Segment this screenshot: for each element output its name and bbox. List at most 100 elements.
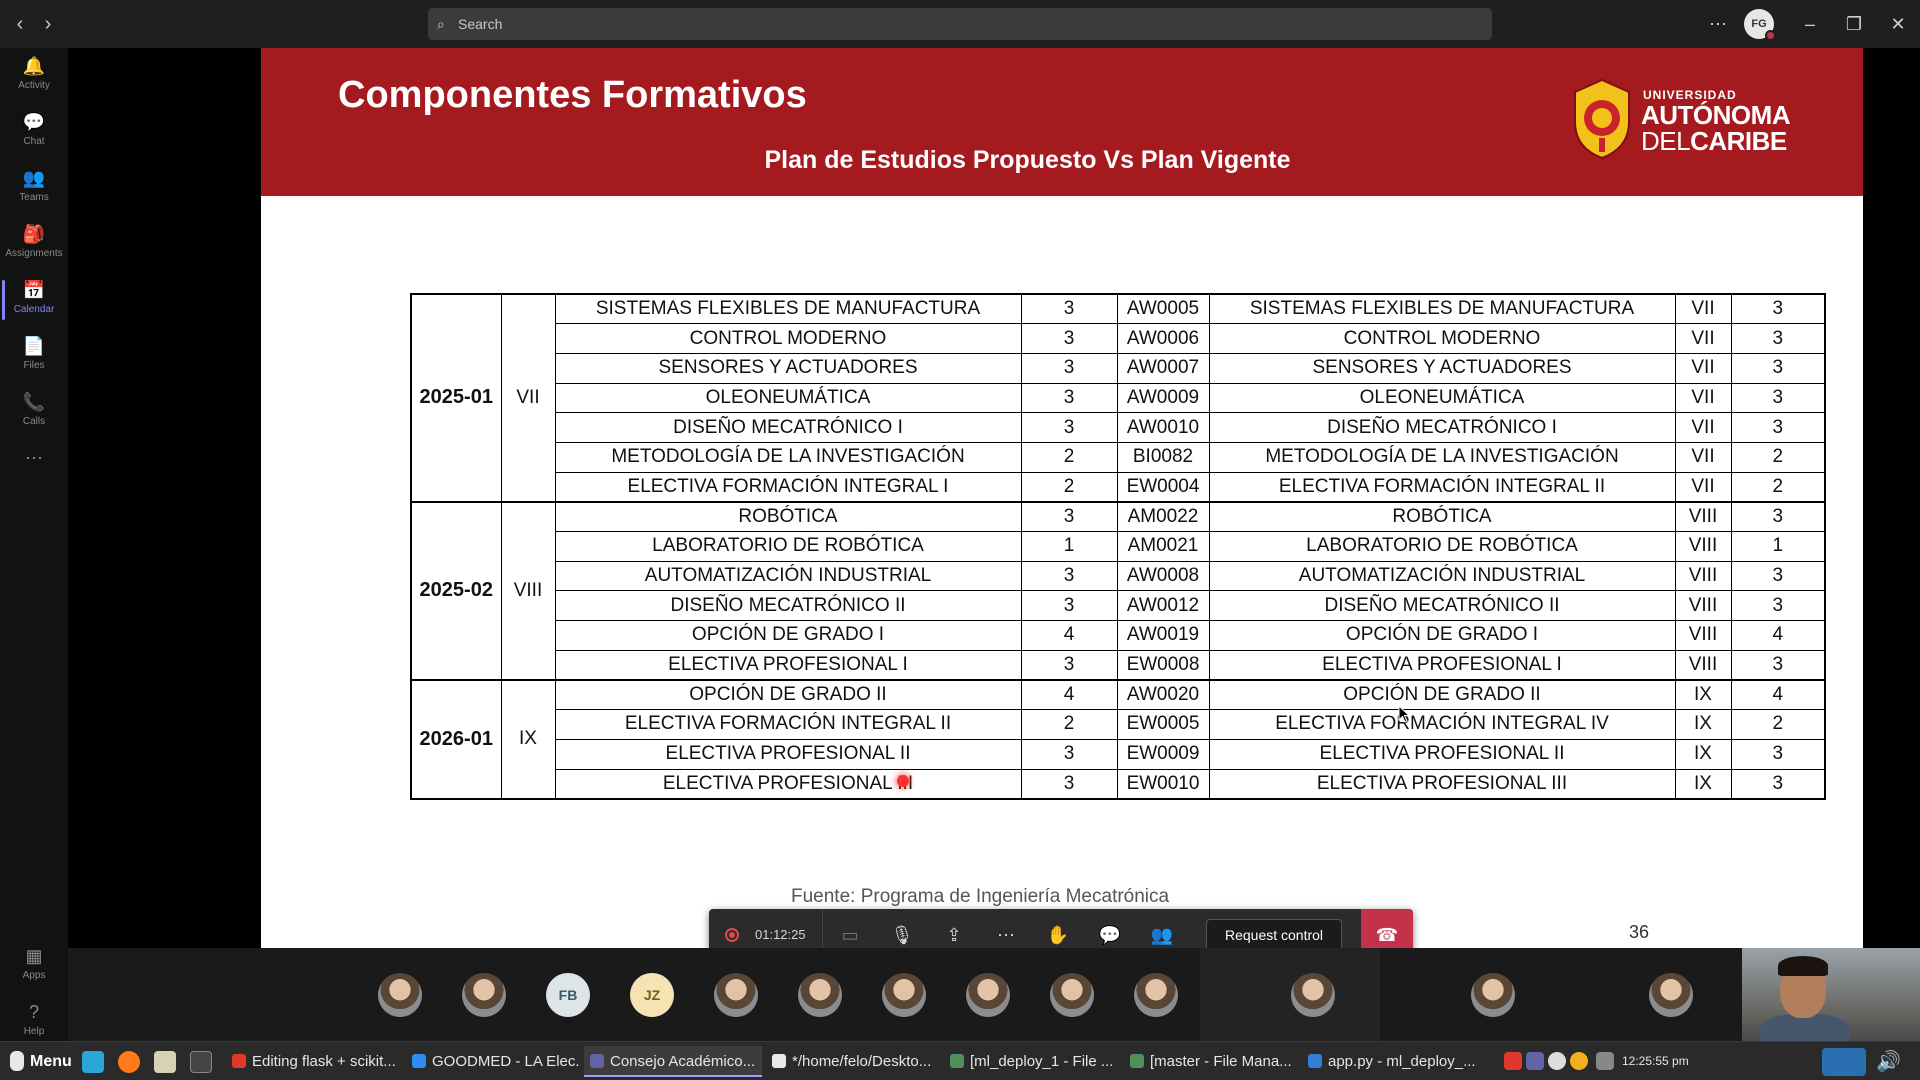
participant-tile[interactable] (444, 948, 524, 1041)
participant-tile[interactable] (780, 948, 860, 1041)
self-video-preview[interactable] (1742, 948, 1920, 1041)
current-credits-cell: 3 (1730, 560, 1826, 592)
proposed-credits-cell: 2 (1020, 709, 1118, 740)
tray-power-icon[interactable] (1548, 1052, 1566, 1070)
participant-tile[interactable] (864, 948, 944, 1041)
proposed-course-cell: ELECTIVA FORMACIÓN INTEGRAL I (554, 471, 1022, 503)
rail-item-chat[interactable]: 💬 Chat (0, 104, 68, 160)
proposed-course-cell: OLEONEUMÁTICA (554, 382, 1022, 414)
rail-item-teams[interactable]: 👥 Teams (0, 160, 68, 216)
participant-tile[interactable] (1273, 948, 1353, 1041)
tray-teams-icon[interactable] (1526, 1052, 1544, 1070)
participant-tile[interactable] (1116, 948, 1196, 1041)
current-course-cell: AUTOMATIZACIÓN INDUSTRIAL (1208, 560, 1676, 592)
taskbar-window-button[interactable]: [ml_deploy_1 - File ... (944, 1046, 1120, 1077)
current-semester-cell: VII (1674, 382, 1732, 414)
course-code-cell: AW0010 (1116, 412, 1210, 443)
participant-avatar: JZ (630, 973, 674, 1017)
table-row: ELECTIVA PROFESIONAL II 3 EW0009 ELECTIVA P… (411, 738, 1826, 770)
proposed-course-cell: OPCIÓN DE GRADO I (554, 620, 1022, 651)
course-code-cell: AM0021 (1116, 531, 1210, 562)
term-cell: 2025-01 (410, 293, 502, 503)
current-course-cell: OPCIÓN DE GRADO II (1208, 678, 1676, 711)
search-input[interactable]: ⌕ Search (428, 8, 1492, 40)
user-avatar[interactable]: FG (1744, 9, 1776, 41)
search-placeholder: Search (458, 16, 503, 32)
more-actions-icon[interactable]: ⋯ (992, 921, 1020, 949)
rail-item-activity[interactable]: 🔔 Activity (0, 48, 68, 104)
minimize-icon[interactable]: – (1796, 10, 1824, 38)
rail-item-calendar[interactable]: 📅 Calendar (0, 272, 68, 328)
course-code-cell: EW0004 (1116, 471, 1210, 503)
firefox-icon[interactable] (118, 1051, 140, 1073)
current-semester-cell: VII (1674, 293, 1732, 325)
participant-tile[interactable]: JZ (612, 948, 692, 1041)
current-credits-cell: 2 (1730, 709, 1826, 740)
file-manager-icon[interactable] (154, 1051, 176, 1073)
show-desktop-icon[interactable] (82, 1051, 104, 1073)
raise-hand-icon[interactable]: ✋ (1044, 921, 1072, 949)
participant-avatar (714, 973, 758, 1017)
rail-item-label: Calendar (13, 304, 55, 315)
more-options-icon[interactable]: ⋯ (1704, 10, 1732, 38)
tray-network-icon[interactable] (1596, 1052, 1614, 1070)
start-menu-button[interactable]: Menu (6, 1042, 72, 1080)
slide-subtitle: Plan de Estudios Propuesto Vs Plan Vigen… (764, 146, 1291, 174)
taskbar-window-button[interactable]: Editing flask + scikit... (226, 1046, 402, 1077)
forward-arrow-icon[interactable]: › (36, 12, 60, 36)
proposed-course-cell: ELECTIVA PROFESIONAL III (554, 768, 1022, 800)
taskbar-window-button[interactable]: app.py - ml_deploy_... (1302, 1046, 1498, 1077)
rail-item-assignments[interactable]: 🎒 Assignments (0, 216, 68, 272)
camera-off-icon[interactable]: ▭ (836, 921, 864, 949)
rail-item-more[interactable]: ⋯ (0, 440, 68, 496)
tray-teams-window-icon[interactable] (1822, 1048, 1866, 1076)
participant-tile[interactable] (948, 948, 1028, 1041)
proposed-credits-cell: 1 (1020, 531, 1118, 562)
request-control-button[interactable]: Request control (1206, 919, 1342, 951)
taskbar-window-button[interactable]: */home/felo/Deskto... (766, 1046, 940, 1077)
participant-tile[interactable] (360, 948, 440, 1041)
participants-icon[interactable]: 👥 (1148, 921, 1176, 949)
tray-update-icon[interactable] (1570, 1052, 1588, 1070)
participant-avatar (882, 973, 926, 1017)
taskbar-window-button[interactable]: Consejo Académico... (584, 1046, 762, 1077)
mic-muted-icon[interactable]: 🎙 (888, 921, 916, 949)
current-course-cell: ELECTIVA FORMACIÓN INTEGRAL II (1208, 471, 1676, 503)
participant-tile[interactable] (1631, 948, 1711, 1041)
current-semester-cell: IX (1674, 709, 1732, 740)
current-semester-cell: VII (1674, 471, 1732, 503)
rail-item-files[interactable]: 📄 Files (0, 328, 68, 384)
participant-tile[interactable] (696, 948, 776, 1041)
share-screen-icon[interactable]: ⇪ (940, 921, 968, 949)
proposed-course-cell: DISEÑO MECATRÓNICO II (554, 590, 1022, 622)
restore-icon[interactable]: ❐ (1840, 10, 1868, 38)
window-app-icon (232, 1054, 246, 1068)
participant-tile[interactable]: FB (528, 948, 608, 1041)
taskbar-window-button[interactable]: [master - File Mana... (1124, 1046, 1298, 1077)
chat-icon: 💬 (22, 112, 46, 132)
taskbar-window-button[interactable]: GOODMED - LA Elec... (406, 1046, 580, 1077)
proposed-credits-cell: 3 (1020, 500, 1118, 532)
rail-item-calls[interactable]: 📞 Calls (0, 384, 68, 440)
participant-tile[interactable] (1032, 948, 1112, 1041)
course-code-cell: EW0008 (1116, 649, 1210, 681)
back-arrow-icon[interactable]: ‹ (8, 12, 32, 36)
table-row: ELECTIVA PROFESIONAL I 3 EW0008 ELECTIVA PR… (411, 649, 1826, 681)
close-icon[interactable]: ✕ (1884, 10, 1912, 38)
participant-tile[interactable] (1453, 948, 1533, 1041)
rail-item-apps[interactable]: ▦ Apps (0, 938, 68, 994)
course-code-cell: AM0022 (1116, 500, 1210, 532)
proposed-course-cell: DISEÑO MECATRÓNICO I (554, 412, 1022, 443)
proposed-credits-cell: 3 (1020, 352, 1118, 384)
mouse-cursor-icon (1398, 705, 1410, 723)
study-plan-table: 2025-01 VII SISTEMAS FLEXIBLES DE MANUFACT… (410, 293, 1826, 800)
participant-avatar (798, 973, 842, 1017)
tray-app-icon[interactable] (1504, 1052, 1522, 1070)
help-icon: ? (28, 1002, 39, 1022)
chat-icon[interactable]: 💬 (1096, 921, 1124, 949)
assignments-icon: 🎒 (22, 224, 46, 244)
proposed-credits-cell: 3 (1020, 412, 1118, 443)
volume-icon[interactable]: 🔊 (1876, 1050, 1901, 1074)
course-code-cell: AW0006 (1116, 323, 1210, 354)
terminal-icon[interactable] (190, 1051, 212, 1073)
